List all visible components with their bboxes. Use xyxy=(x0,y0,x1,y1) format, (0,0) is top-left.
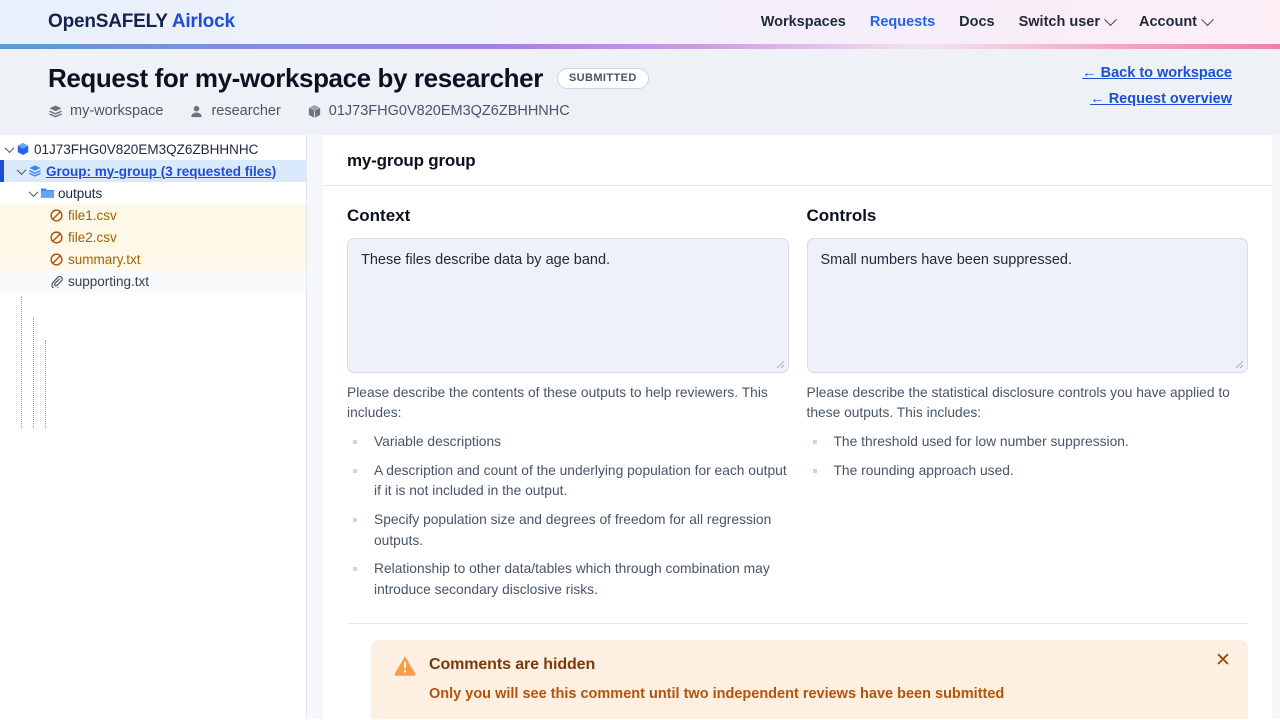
request-metadata: my-workspace researcher 01J73FHG0V820EM3… xyxy=(48,103,1256,119)
request-overview-link[interactable]: ← Request overview xyxy=(1090,91,1232,107)
tree-item-folder-outputs-label: outputs xyxy=(58,185,103,201)
paperclip-icon xyxy=(50,275,68,288)
group-heading: my-group group xyxy=(347,151,476,170)
tree-item-supporting-label: supporting.txt xyxy=(68,273,150,289)
primary-nav: Workspaces Requests Docs Switch user Acc… xyxy=(761,12,1264,30)
alert-title: Comments are hidden xyxy=(429,655,596,673)
tree-item-file1[interactable]: file1.csv xyxy=(0,204,306,226)
context-textarea[interactable] xyxy=(347,238,789,373)
top-navbar: OpenSAFELY Airlock Workspaces Requests D… xyxy=(0,0,1280,44)
alert-body: Only you will see this comment until two… xyxy=(429,685,1005,702)
meta-workspace: my-workspace xyxy=(48,103,163,119)
nav-item-workspaces-label: Workspaces xyxy=(760,14,846,30)
nav-item-account[interactable]: Account xyxy=(1139,12,1214,30)
layers-icon xyxy=(28,164,46,178)
tree-guide-line xyxy=(45,340,46,428)
tree-item-request-root[interactable]: 01J73FHG0V820EM3QZ6ZBHHNHC xyxy=(0,138,306,160)
context-heading: Context xyxy=(347,206,411,225)
output-file-icon xyxy=(50,252,68,266)
chevron-expanded-icon[interactable] xyxy=(14,164,28,175)
meta-author: researcher xyxy=(189,103,281,119)
tree-item-folder-outputs[interactable]: outputs xyxy=(0,182,306,204)
tree-item-summary[interactable]: summary.txt xyxy=(0,248,306,270)
tree-item-file2-label: file2.csv xyxy=(68,229,117,245)
controls-column: Controls Please describe the statistical… xyxy=(806,206,1249,609)
chevron-down-icon xyxy=(1104,12,1117,26)
controls-textarea-wrap xyxy=(806,238,1248,373)
tree-guide-line xyxy=(21,296,22,428)
nav-item-workspaces[interactable]: Workspaces xyxy=(761,14,846,30)
meta-request-id: 01J73FHG0V820EM3QZ6ZBHHNHC xyxy=(307,103,570,119)
meta-workspace-label: my-workspace xyxy=(70,103,164,119)
list-item: The rounding approach used. xyxy=(807,461,1249,482)
body-split: 01J73FHG0V820EM3QZ6ZBHHNHC Group: my-gro… xyxy=(0,135,1280,719)
tree-item-file2[interactable]: file2.csv xyxy=(0,226,306,248)
tree-guide-line xyxy=(33,318,34,428)
tree-item-supporting[interactable]: supporting.txt xyxy=(0,270,306,292)
list-item: Variable descriptions xyxy=(347,432,789,453)
tree-item-request-root-label: 01J73FHG0V820EM3QZ6ZBHHNHC xyxy=(34,141,259,157)
tree-item-group-label: Group: my-group (3 requested files) xyxy=(46,163,277,179)
tree-item-summary-label: summary.txt xyxy=(68,251,141,267)
controls-textarea[interactable] xyxy=(806,238,1248,373)
nav-item-account-label: Account xyxy=(1139,14,1197,30)
close-icon[interactable]: ✕ xyxy=(1212,650,1234,672)
group-card: my-group group Context Please describe t… xyxy=(323,135,1272,719)
page-title: Request for my-workspace by researcher xyxy=(48,63,543,93)
nav-item-switch-user-label: Switch user xyxy=(1018,14,1100,30)
output-file-icon xyxy=(50,230,68,244)
page-header: Request for my-workspace by researcher S… xyxy=(0,49,1280,135)
chevron-expanded-icon[interactable] xyxy=(2,142,16,153)
context-helper-text: Please describe the contents of these ou… xyxy=(347,385,768,420)
nav-item-requests-label: Requests xyxy=(869,14,936,30)
status-badge: SUBMITTED xyxy=(556,68,649,89)
tree-item-file1-label: file1.csv xyxy=(68,207,117,223)
context-column: Context Please describe the contents of … xyxy=(347,206,789,609)
chevron-down-icon xyxy=(1201,12,1214,26)
list-item: A description and count of the underlyin… xyxy=(347,461,789,502)
nav-item-docs[interactable]: Docs xyxy=(959,14,994,30)
list-item: The threshold used for low number suppre… xyxy=(807,432,1249,453)
warning-triangle-icon xyxy=(394,656,416,676)
group-card-header: my-group group xyxy=(323,135,1272,186)
brand-primary-text: OpenSAFELY xyxy=(48,11,168,32)
user-icon xyxy=(191,105,203,117)
meta-request-id-label: 01J73FHG0V820EM3QZ6ZBHHNHC xyxy=(328,103,570,119)
context-textarea-wrap xyxy=(347,238,789,373)
chevron-expanded-icon[interactable] xyxy=(26,186,40,197)
main-content: my-group group Context Please describe t… xyxy=(307,135,1280,719)
brand-logo[interactable]: OpenSAFELY Airlock xyxy=(48,11,235,33)
brand-secondary-text: Airlock xyxy=(171,11,235,32)
list-item: Specify population size and degrees of f… xyxy=(347,510,789,551)
context-helper-list: Variable descriptions A description and … xyxy=(347,432,789,601)
meta-author-label: researcher xyxy=(211,103,281,119)
title-row: Request for my-workspace by researcher S… xyxy=(48,63,1256,94)
file-tree-sidebar: 01J73FHG0V820EM3QZ6ZBHHNHC Group: my-gro… xyxy=(0,135,307,719)
output-file-icon xyxy=(50,208,68,222)
nav-item-switch-user[interactable]: Switch user xyxy=(1018,12,1117,30)
header-link-group: ← Back to workspace ← Request overview xyxy=(1082,65,1232,107)
list-item: Relationship to other data/tables which … xyxy=(347,559,789,600)
context-controls-columns: Context Please describe the contents of … xyxy=(323,186,1272,609)
nav-item-docs-label: Docs xyxy=(959,14,995,30)
folder-icon xyxy=(40,186,58,200)
nav-item-requests[interactable]: Requests xyxy=(870,14,935,30)
layers-icon xyxy=(49,105,62,118)
cube-icon xyxy=(16,142,34,156)
cube-icon xyxy=(308,104,320,118)
comments-hidden-alert: Comments are hidden Only you will see th… xyxy=(371,639,1248,719)
controls-helper-list: The threshold used for low number suppre… xyxy=(807,432,1249,481)
back-to-workspace-link[interactable]: ← Back to workspace xyxy=(1082,65,1232,81)
alert-header: Comments are hidden xyxy=(393,654,1230,676)
controls-heading: Controls xyxy=(806,206,877,225)
controls-helper-text: Please describe the statistical disclosu… xyxy=(806,385,1230,420)
tree-item-group[interactable]: Group: my-group (3 requested files) xyxy=(0,160,306,182)
comments-alert-wrap: Comments are hidden Only you will see th… xyxy=(323,624,1272,719)
